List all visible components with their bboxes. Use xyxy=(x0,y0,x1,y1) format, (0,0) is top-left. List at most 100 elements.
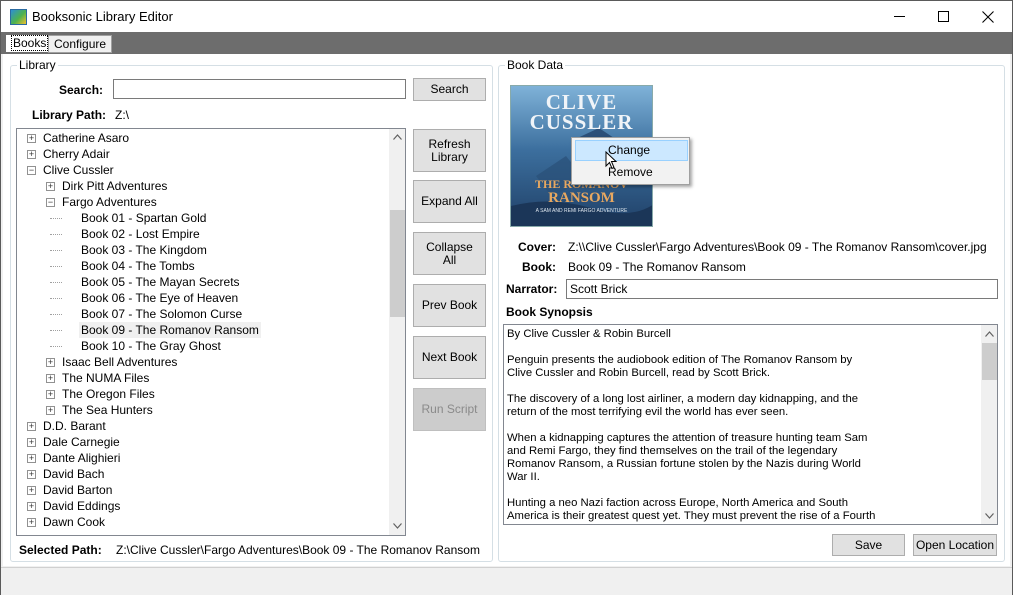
refresh-library-label: Refresh Library xyxy=(428,136,471,164)
minimize-button[interactable] xyxy=(876,1,922,32)
tree-item[interactable]: + David Eddings xyxy=(17,498,388,514)
tree-item-label: Dale Carnegie xyxy=(43,435,120,449)
app-window: Booksonic Library Editor Books Configure… xyxy=(0,0,1013,595)
expand-icon[interactable]: + xyxy=(27,518,36,527)
tree-item[interactable]: Book 04 - The Tombs xyxy=(17,258,388,274)
open-location-button[interactable]: Open Location xyxy=(913,534,997,556)
prev-book-button[interactable]: Prev Book xyxy=(413,284,486,327)
tree-item-label: D.D. Barant xyxy=(43,419,106,433)
expand-icon[interactable]: + xyxy=(27,134,36,143)
cover-author: CLIVE CUSSLER xyxy=(511,92,652,133)
scroll-down-icon[interactable] xyxy=(393,523,402,529)
synopsis-scroll-thumb[interactable] xyxy=(982,343,997,380)
tree-item[interactable]: − Clive Cussler xyxy=(17,162,388,178)
narrator-input[interactable]: Scott Brick xyxy=(566,279,998,299)
collapse-icon[interactable]: − xyxy=(27,166,36,175)
tab-configure[interactable]: Configure xyxy=(48,35,113,53)
selected-path-value: Z:\Clive Cussler\Fargo Adventures\Book 0… xyxy=(116,543,480,557)
synopsis-scroll-down-icon[interactable] xyxy=(985,513,994,519)
expand-icon[interactable]: + xyxy=(27,438,36,447)
expand-icon[interactable]: + xyxy=(46,358,55,367)
tree-item[interactable]: + David Barton xyxy=(17,482,388,498)
tree-item[interactable]: Book 10 - The Gray Ghost xyxy=(17,338,388,354)
tree-item[interactable]: + Dale Carnegie xyxy=(17,434,388,450)
context-change-item[interactable]: Change xyxy=(575,140,688,161)
cover-title-line2: RANSOM xyxy=(548,190,615,206)
library-group-label: Library xyxy=(17,58,58,72)
tree-item-label: Catherine Asaro xyxy=(43,131,130,145)
tree-item[interactable]: + D.D. Barant xyxy=(17,418,388,434)
tree-item[interactable]: − Fargo Adventures xyxy=(17,194,388,210)
expand-icon[interactable]: + xyxy=(46,406,55,415)
scroll-up-icon[interactable] xyxy=(393,134,402,140)
tree-item-label: Isaac Bell Adventures xyxy=(62,355,178,369)
search-button[interactable]: Search xyxy=(413,78,486,101)
tree-item[interactable]: + The Oregon Files xyxy=(17,386,388,402)
tree-item-label: David Bach xyxy=(43,467,105,481)
tree-item[interactable]: + David Bach xyxy=(17,466,388,482)
maximize-icon xyxy=(937,11,949,22)
tree-guide-line xyxy=(50,314,62,315)
tree-item-label: Dawn Cook xyxy=(43,515,106,529)
tree-item-label: Clive Cussler xyxy=(43,163,114,177)
expand-icon[interactable]: + xyxy=(27,486,36,495)
tree-item[interactable]: Book 05 - The Mayan Secrets xyxy=(17,274,388,290)
tab-books[interactable]: Books xyxy=(5,34,55,53)
title-bar[interactable]: Booksonic Library Editor xyxy=(1,1,1012,32)
window-title: Booksonic Library Editor xyxy=(32,9,173,24)
expand-icon[interactable]: + xyxy=(46,182,55,191)
run-script-button[interactable]: Run Script xyxy=(413,388,486,431)
tree-item[interactable]: Book 09 - The Romanov Ransom xyxy=(17,322,388,338)
tree-scrollbar[interactable] xyxy=(389,129,405,535)
tree-item[interactable]: + Isaac Bell Adventures xyxy=(17,354,388,370)
tree-guide-line xyxy=(50,218,62,219)
collapse-icon[interactable]: − xyxy=(46,198,55,207)
tree-item[interactable]: + The Sea Hunters xyxy=(17,402,388,418)
tree-item[interactable]: + Dante Alighieri xyxy=(17,450,388,466)
library-tree[interactable]: + Catherine Asaro + Cherry Adair − Clive Cuss… xyxy=(16,128,406,536)
search-label: Search: xyxy=(59,83,104,97)
tree-item[interactable]: + Catherine Asaro xyxy=(17,130,388,146)
tree-item[interactable]: Book 02 - Lost Empire xyxy=(17,226,388,242)
expand-icon[interactable]: + xyxy=(27,150,36,159)
tab-books-label: Books xyxy=(11,35,49,51)
tree-item[interactable]: Book 06 - The Eye of Heaven xyxy=(17,290,388,306)
search-input[interactable] xyxy=(113,79,406,99)
refresh-library-button[interactable]: Refresh Library xyxy=(413,129,486,172)
synopsis-label: Book Synopsis xyxy=(506,305,593,319)
expand-icon[interactable]: + xyxy=(46,390,55,399)
tree-scroll-thumb[interactable] xyxy=(390,210,405,317)
expand-icon[interactable]: + xyxy=(27,470,36,479)
tree-item[interactable]: Book 01 - Spartan Gold xyxy=(17,210,388,226)
cover-tagline: A SAM AND REMI FARGO ADVENTURE xyxy=(535,208,628,214)
close-button[interactable] xyxy=(965,1,1011,32)
tree-item-label: Book 10 - The Gray Ghost xyxy=(81,339,221,353)
tree-item[interactable]: + The NUMA Files xyxy=(17,370,388,386)
next-book-button[interactable]: Next Book xyxy=(413,336,486,379)
expand-icon[interactable]: + xyxy=(27,454,36,463)
tree-item-label: Book 02 - Lost Empire xyxy=(81,227,200,241)
tree-item-label: Cherry Adair xyxy=(43,147,110,161)
tree-item[interactable]: + Dawn Cook xyxy=(17,514,388,530)
synopsis-textarea[interactable]: By Clive Cussler & Robin Burcell Penguin… xyxy=(503,324,998,525)
save-button[interactable]: Save xyxy=(832,534,905,556)
selected-path-label: Selected Path: xyxy=(19,543,102,557)
expand-icon[interactable]: + xyxy=(27,422,36,431)
tree-guide-line xyxy=(50,266,62,267)
expand-all-button[interactable]: Expand All xyxy=(413,180,486,223)
tree-item[interactable]: + Dirk Pitt Adventures xyxy=(17,178,388,194)
tree-item[interactable]: + Cherry Adair xyxy=(17,146,388,162)
tree-item[interactable]: Book 03 - The Kingdom xyxy=(17,242,388,258)
tree-guide-line xyxy=(50,282,62,283)
synopsis-scroll-up-icon[interactable] xyxy=(985,331,994,337)
synopsis-scrollbar[interactable] xyxy=(981,325,997,524)
tree-item[interactable]: Book 07 - The Solomon Curse xyxy=(17,306,388,322)
expand-icon[interactable]: + xyxy=(27,502,36,511)
tree-item-label: Book 03 - The Kingdom xyxy=(81,243,207,257)
expand-icon[interactable]: + xyxy=(46,374,55,383)
context-remove-item[interactable]: Remove xyxy=(575,162,688,183)
collapse-all-button[interactable]: Collapse All xyxy=(413,232,486,275)
maximize-button[interactable] xyxy=(920,1,966,32)
tree-guide-line xyxy=(50,346,62,347)
synopsis-text: By Clive Cussler & Robin Burcell Penguin… xyxy=(507,328,876,524)
